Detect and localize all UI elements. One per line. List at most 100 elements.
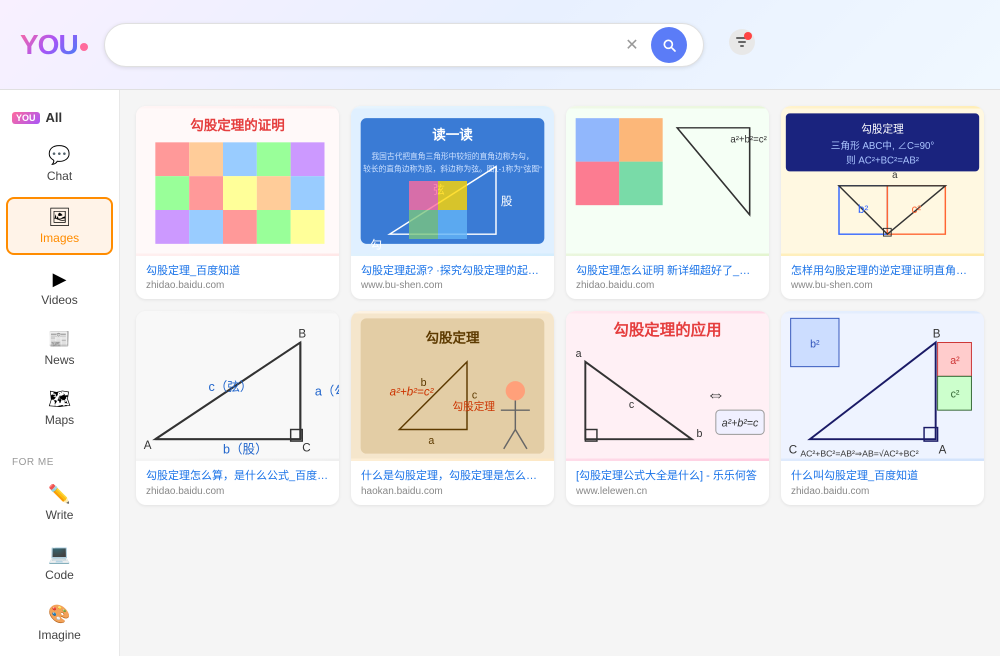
sidebar-item-chat[interactable]: 💬 Chat bbox=[6, 137, 113, 191]
header: YOU 什么是勾股定理 ✕ bbox=[0, 0, 1000, 90]
sidebar-item-code[interactable]: 💻 Code bbox=[6, 536, 113, 590]
svg-text:c: c bbox=[629, 400, 635, 412]
card-title-3: 勾股定理怎么证明 新详细超好了_百度知道 bbox=[576, 264, 759, 278]
svg-text:C: C bbox=[302, 442, 310, 455]
maps-label: Maps bbox=[45, 413, 74, 427]
sidebar-item-imagine[interactable]: 🎨 Imagine bbox=[6, 596, 113, 650]
news-icon: 📰 bbox=[48, 329, 70, 350]
image-card-8[interactable]: b² a² c² C B A AC²+BC²=AB²⇒AB=√AC²+BC² bbox=[781, 311, 984, 504]
write-label: Write bbox=[46, 508, 74, 522]
sidebar: YOU All 💬 Chat 🖼 Images ▶ Videos 📰 News … bbox=[0, 90, 120, 656]
images-label: Images bbox=[40, 231, 79, 245]
card-title-6: 什么是勾股定理，勾股定理是怎么算出来的，你会了吗_好看视频 bbox=[361, 469, 544, 483]
svg-text:勾股定理的证明: 勾股定理的证明 bbox=[190, 117, 285, 133]
maps-icon: 🗺 bbox=[48, 389, 71, 410]
card-image-3: a²+b²=c² bbox=[566, 106, 769, 256]
search-clear-icon[interactable]: ✕ bbox=[617, 35, 646, 55]
svg-text:我国古代把直角三角形中较短的直角边称为勾，: 我国古代把直角三角形中较短的直角边称为勾， bbox=[371, 151, 533, 161]
svg-text:a²+b²=c: a²+b²=c bbox=[722, 418, 759, 430]
svg-text:c²: c² bbox=[911, 203, 921, 216]
logo-text: YOU bbox=[20, 29, 78, 61]
main-layout: YOU All 💬 Chat 🖼 Images ▶ Videos 📰 News … bbox=[0, 90, 1000, 656]
card-title-5: 勾股定理怎么算，是什么公式_百度知道 bbox=[146, 469, 329, 483]
image-card-3[interactable]: a²+b²=c² 勾股定理怎么证明 新详细超好了_百度知道 zhidao.bai… bbox=[566, 106, 769, 299]
svg-text:较长的直角边称为股，斜边称为弦。图1-1称为"弦图": 较长的直角边称为股，斜边称为弦。图1-1称为"弦图" bbox=[363, 163, 542, 173]
svg-text:b²: b² bbox=[810, 339, 820, 351]
filter-icon bbox=[728, 28, 756, 56]
card-domain-6: haokan.baidu.com bbox=[361, 486, 544, 497]
svg-text:b: b bbox=[697, 429, 703, 441]
image-card-4[interactable]: 勾股定理 三角形 ABC中, ∠C=90° 则 AC²+BC²=AB² b² c… bbox=[781, 106, 984, 299]
sidebar-item-write[interactable]: ✏️ Write bbox=[6, 476, 113, 530]
image-card-7[interactable]: 勾股定理的应用 b a c ⇔ a²+b²=c bbox=[566, 311, 769, 504]
svg-text:勾股定理: 勾股定理 bbox=[425, 330, 480, 346]
card-title-4: 怎样用勾股定理的逆定理证明直角三角形·证明勾股定理的逆定理 bbox=[791, 264, 974, 278]
svg-text:勾股定理: 勾股定理 bbox=[453, 400, 496, 413]
card-image-8: b² a² c² C B A AC²+BC²=AB²⇒AB=√AC²+BC² bbox=[781, 311, 984, 461]
image-card-5[interactable]: a（勾） b（股） c（弦） A B C 勾股定理怎么算，是什么公式_百度知道 … bbox=[136, 311, 339, 504]
svg-text:⇔: ⇔ bbox=[706, 385, 725, 406]
svg-text:A: A bbox=[939, 444, 947, 457]
image-card-1[interactable]: 勾股定理的证明 bbox=[136, 106, 339, 299]
card-info-8: 什么叫勾股定理_百度知道 zhidao.baidu.com bbox=[781, 461, 984, 504]
videos-icon: ▶ bbox=[53, 269, 67, 290]
chat-icon: 💬 bbox=[48, 145, 70, 166]
svg-text:a²+b²=c²: a²+b²=c² bbox=[730, 134, 767, 145]
svg-text:勾: 勾 bbox=[370, 239, 382, 252]
imagine-icon: 🎨 bbox=[48, 604, 70, 625]
card-info-6: 什么是勾股定理，勾股定理是怎么算出来的，你会了吗_好看视频 haokan.bai… bbox=[351, 461, 554, 504]
card-info-7: [勾股定理公式大全是什么] - 乐乐何答 www.lelewen.cn bbox=[566, 461, 769, 504]
card-image-2: 读一读 我国古代把直角三角形中较短的直角边称为勾， 较长的直角边称为股，斜边称为… bbox=[351, 106, 554, 256]
filter-button[interactable] bbox=[728, 28, 756, 61]
card-domain-3: zhidao.baidu.com bbox=[576, 280, 759, 291]
card-image-5: a（勾） b（股） c（弦） A B C bbox=[136, 311, 339, 461]
card-info-4: 怎样用勾股定理的逆定理证明直角三角形·证明勾股定理的逆定理 www.bu-she… bbox=[781, 256, 984, 299]
svg-text:勾股定理的应用: 勾股定理的应用 bbox=[613, 320, 721, 339]
svg-text:C: C bbox=[789, 444, 797, 457]
you-badge: YOU bbox=[12, 112, 40, 124]
card-image-4: 勾股定理 三角形 ABC中, ∠C=90° 则 AC²+BC²=AB² b² c… bbox=[781, 106, 984, 256]
search-input[interactable]: 什么是勾股定理 bbox=[121, 36, 618, 53]
svg-text:a（勾）: a（勾） bbox=[315, 385, 339, 399]
card-info-3: 勾股定理怎么证明 新详细超好了_百度知道 zhidao.baidu.com bbox=[566, 256, 769, 299]
content-area: 勾股定理的证明 bbox=[120, 90, 1000, 656]
image-card-6[interactable]: 勾股定理 a c b a²+b²=c² 勾股定理 bbox=[351, 311, 554, 504]
search-bar: 什么是勾股定理 ✕ bbox=[104, 23, 704, 67]
card-domain-1: zhidao.baidu.com bbox=[146, 280, 329, 291]
code-icon: 💻 bbox=[48, 544, 70, 565]
card-image-1: 勾股定理的证明 bbox=[136, 106, 339, 256]
svg-text:c²: c² bbox=[951, 389, 960, 401]
sidebar-item-videos[interactable]: ▶ Videos bbox=[6, 261, 113, 315]
svg-text:a: a bbox=[576, 348, 582, 360]
svg-text:勾股定理: 勾股定理 bbox=[861, 123, 904, 136]
image-card-2[interactable]: 读一读 我国古代把直角三角形中较短的直角边称为勾， 较长的直角边称为股，斜边称为… bbox=[351, 106, 554, 299]
sidebar-item-all[interactable]: YOU All bbox=[0, 102, 119, 133]
svg-text:a: a bbox=[892, 170, 898, 181]
for-me-label: For Me bbox=[0, 449, 119, 472]
search-icon bbox=[661, 37, 677, 53]
card-info-5: 勾股定理怎么算，是什么公式_百度知道 zhidao.baidu.com bbox=[136, 461, 339, 504]
svg-text:c: c bbox=[472, 390, 478, 402]
svg-text:B: B bbox=[298, 328, 306, 341]
card-title-1: 勾股定理_百度知道 bbox=[146, 264, 329, 278]
sidebar-item-maps[interactable]: 🗺 Maps bbox=[6, 381, 113, 435]
svg-text:A: A bbox=[144, 439, 152, 452]
card-domain-8: zhidao.baidu.com bbox=[791, 486, 974, 497]
svg-text:则 AC²+BC²=AB²: 则 AC²+BC²=AB² bbox=[846, 155, 920, 167]
logo: YOU bbox=[20, 29, 88, 61]
card-info-2: 勾股定理起源? ·探究勾股定理的起源写一篇议论文 www.bu-shen.com bbox=[351, 256, 554, 299]
svg-text:a²+b²=c²: a²+b²=c² bbox=[390, 386, 435, 399]
logo-dot bbox=[80, 43, 88, 51]
svg-text:读一读: 读一读 bbox=[432, 126, 473, 142]
search-button[interactable] bbox=[651, 27, 687, 63]
svg-text:b（股）: b（股） bbox=[223, 443, 268, 457]
card-image-7: 勾股定理的应用 b a c ⇔ a²+b²=c bbox=[566, 311, 769, 461]
sidebar-item-images[interactable]: 🖼 Images bbox=[6, 197, 113, 255]
news-label: News bbox=[44, 353, 74, 367]
card-title-8: 什么叫勾股定理_百度知道 bbox=[791, 469, 974, 483]
svg-text:三角形 ABC中, ∠C=90°: 三角形 ABC中, ∠C=90° bbox=[831, 140, 935, 152]
svg-text:股: 股 bbox=[501, 195, 513, 208]
sidebar-item-news[interactable]: 📰 News bbox=[6, 321, 113, 375]
card-domain-5: zhidao.baidu.com bbox=[146, 486, 329, 497]
all-label: All bbox=[46, 110, 63, 125]
